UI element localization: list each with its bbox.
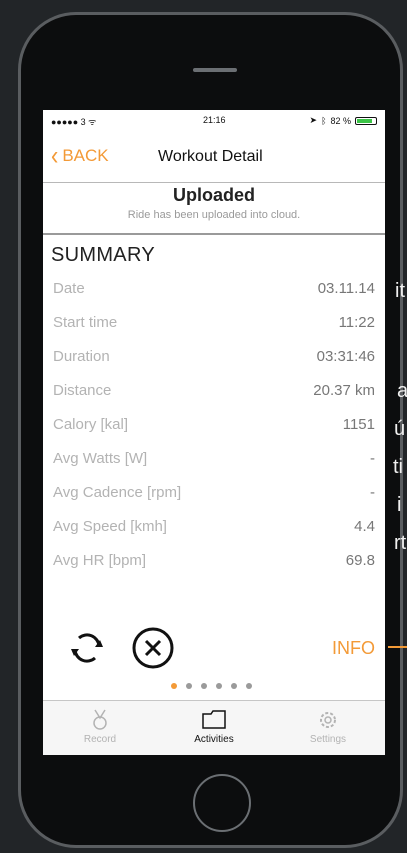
overlay-text: a [397, 380, 407, 402]
tab-activities[interactable]: Activities [157, 701, 271, 755]
close-circle-icon [132, 627, 174, 669]
overlay-text: it [395, 280, 405, 302]
summary-row: Distance 20.37 km [43, 374, 385, 408]
row-label: Distance [53, 382, 112, 399]
row-label: Calory [kal] [53, 416, 129, 433]
status-right: ➤ ᛒ 82 % [310, 115, 377, 126]
summary-heading: SUMMARY [51, 244, 155, 266]
folder-icon [157, 709, 271, 731]
summary-row: Avg Speed [kmh] 4.4 [43, 510, 385, 544]
nav-bar: ‹ BACK Workout Detail [43, 132, 385, 183]
row-label: Avg Cadence [rpm] [53, 484, 182, 501]
row-label: Avg Speed [kmh] [53, 518, 167, 535]
page-dot[interactable] [246, 683, 252, 689]
gear-icon [271, 709, 385, 731]
row-value: 20.37 km [313, 382, 375, 399]
overlay-text: i [397, 494, 402, 516]
summary-row: Avg Watts [W] - [43, 442, 385, 476]
battery-icon [355, 116, 377, 125]
row-value: - [370, 450, 375, 467]
medal-icon [43, 709, 157, 731]
battery-percent: 82 % [330, 115, 351, 126]
back-label: BACK [62, 146, 109, 165]
page-title: Workout Detail [158, 148, 263, 165]
page-dot[interactable] [186, 683, 192, 689]
bluetooth-icon: ᛒ [321, 115, 327, 126]
row-label: Duration [53, 348, 110, 365]
back-button[interactable]: ‹ BACK [51, 140, 109, 171]
location-icon: ➤ [309, 115, 318, 125]
row-value: 1151 [342, 416, 375, 433]
overlay-text: ti [393, 456, 403, 478]
tab-settings[interactable]: Settings [271, 701, 385, 755]
row-value: 11:22 [338, 314, 375, 331]
row-value: 69.8 [345, 552, 375, 569]
status-bar: ●●●●● 3 ᯤ 21:16 ➤ ᛒ 82 % [43, 110, 385, 132]
home-button[interactable] [193, 774, 251, 832]
tab-label: Activities [194, 734, 234, 745]
refresh-button[interactable] [67, 628, 107, 668]
chevron-left-icon: ‹ [51, 140, 59, 171]
row-label: Start time [53, 314, 118, 331]
info-pointer-line [388, 646, 407, 648]
status-time: 21:16 [203, 115, 226, 125]
summary-row: Duration 03:31:46 [43, 340, 385, 374]
carrier-signal: ●●●●● 3 ᯤ [51, 117, 97, 127]
page-dot[interactable] [171, 683, 177, 689]
cancel-button[interactable] [131, 626, 175, 670]
row-value: 4.4 [354, 518, 375, 535]
page-dot[interactable] [201, 683, 207, 689]
tab-label: Settings [309, 734, 347, 745]
summary-row: Start time 11:22 [43, 306, 385, 340]
page-dot[interactable] [216, 683, 222, 689]
summary-row: Avg Cadence [rpm] - [43, 476, 385, 510]
app-screen: ●●●●● 3 ᯤ 21:16 ➤ ᛒ 82 % ‹ BACK Workout … [43, 110, 385, 755]
row-value: - [370, 484, 375, 501]
row-label: Avg Watts [W] [53, 450, 148, 467]
info-button[interactable]: INFO [332, 638, 375, 659]
tab-record[interactable]: Record [43, 701, 157, 755]
summary-row: Date 03.11.14 [43, 272, 385, 306]
tab-bar: Record Activities Settings [43, 700, 385, 755]
row-value: 03:31:46 [316, 348, 375, 365]
page-dot[interactable] [231, 683, 237, 689]
upload-status: Uploaded Ride has been uploaded into clo… [43, 183, 385, 235]
summary-row: Calory [kal] 1151 [43, 408, 385, 442]
summary-list: Date 03.11.14 Start time 11:22 Duration 03:… [43, 272, 385, 578]
upload-subtitle: Ride has been uploaded into cloud. [127, 209, 301, 221]
overlay-text: ú [394, 418, 406, 440]
phone-speaker [193, 68, 237, 72]
refresh-icon [71, 633, 103, 663]
overlay-text: rt [394, 532, 407, 554]
row-label: Avg HR [bpm] [53, 552, 147, 569]
tab-label: Record [83, 734, 117, 745]
summary-row: Avg HR [bpm] 69.8 [43, 544, 385, 578]
upload-title: Uploaded [172, 185, 255, 205]
page-indicator [171, 683, 252, 689]
row-value: 03.11.14 [317, 280, 375, 297]
row-label: Date [53, 280, 85, 297]
battery-level [357, 118, 372, 123]
